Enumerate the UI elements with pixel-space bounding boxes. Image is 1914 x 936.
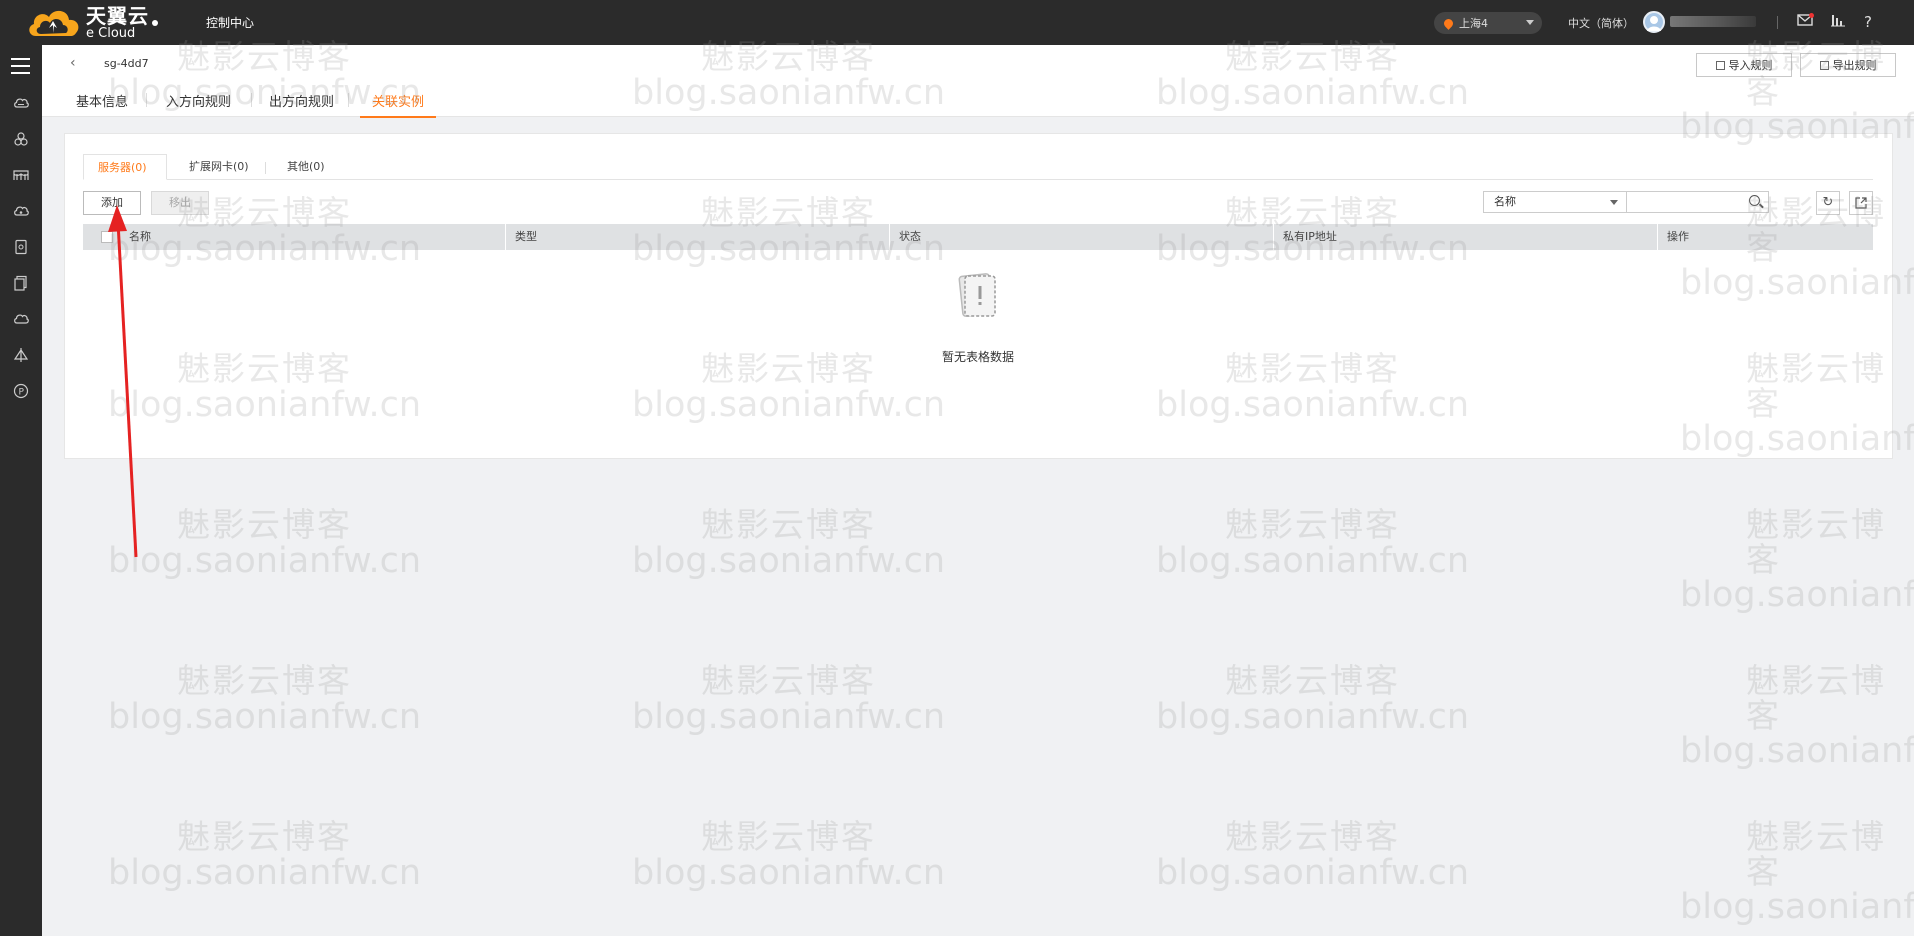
menu-icon[interactable] [11,58,30,79]
instances-table: 名称 类型 状态 私有IP地址 操作 暂无表格数据 [83,224,1873,364]
subtab-servers[interactable]: 服务器(0) [83,154,167,180]
refresh-button[interactable]: ↻ [1816,191,1840,215]
notification-badge [1809,13,1814,18]
chart-icon[interactable] [1828,12,1848,32]
import-rules-label: 导入规则 [1728,59,1773,72]
column-header-actions: 操作 [1667,230,1689,243]
refresh-icon: ↻ [1822,195,1834,210]
region-selector[interactable]: 上海4 [1434,12,1542,34]
search-box [1627,191,1769,213]
chevron-left-icon[interactable]: ‹ [70,55,76,71]
divider [1777,16,1778,29]
coupon-icon[interactable]: P [10,383,32,405]
subtab-extended-nic[interactable]: 扩展网卡(0) [175,154,263,180]
subtab-others[interactable]: 其他(0) [273,154,339,180]
watermark: 魅影云博客blog.saonianfw.cn [1680,820,1914,927]
cloud-logo-icon [26,6,82,40]
empty-state-text: 暂无表格数据 [941,350,1014,364]
filter-selected-value: 名称 [1494,195,1516,208]
sidebar: P [0,45,42,936]
import-icon [1715,60,1725,70]
svg-text:P: P [19,388,25,398]
brand-logo[interactable]: 天翼云 e Cloud [26,6,149,40]
mail-icon[interactable] [1795,12,1815,32]
divider [1273,224,1274,250]
divider [251,93,252,107]
bridge-icon[interactable] [10,167,32,189]
watermark: 魅影云博客blog.saonianfw.cn [1156,661,1470,737]
divider [889,224,890,250]
divider [505,224,506,250]
brand-name: 天翼云 [86,4,149,28]
page-title: sg-4dd7 [104,57,149,70]
filter-select[interactable]: 名称 [1483,191,1627,213]
import-rules-button[interactable]: 导入规则 [1696,53,1792,77]
column-header-private-ip[interactable]: 私有IP地址 [1275,224,1337,250]
table-header: 名称 类型 状态 私有IP地址 操作 [83,224,1873,250]
logo-dot [152,20,158,26]
no-data-icon [955,272,1001,320]
divider [265,162,266,174]
add-button[interactable]: 添加 [83,191,141,215]
cloud-icon[interactable] [10,311,32,333]
watermark: 魅影云博客blog.saonianfw.cn [108,505,422,581]
export-rules-label: 导出规则 [1832,59,1877,72]
help-icon[interactable]: ? [1858,12,1878,32]
copy-icon[interactable] [10,275,32,297]
search-input[interactable] [1633,192,1745,212]
watermark: 魅影云博客blog.saonianfw.cn [108,817,422,893]
tab-outbound-rules[interactable]: 出方向规则 [257,89,346,118]
avatar[interactable] [1643,11,1665,33]
watermark: 魅影云博客blog.saonianfw.cn [1156,505,1470,581]
watermark: 魅影云博客blog.saonianfw.cn [108,661,422,737]
watermark: 魅影云博客blog.saonianfw.cn [1680,508,1914,615]
network-icon[interactable] [10,347,32,369]
tab-associated-instances[interactable]: 关联实例 [360,89,437,118]
export-rules-button[interactable]: 导出规则 [1800,53,1896,77]
remove-button[interactable]: 移出 [151,191,209,215]
column-header-status[interactable]: 状态 [891,224,921,250]
document-icon[interactable] [10,239,32,261]
top-navigation-bar: 天翼云 e Cloud 控制中心 上海4 中文（简体） ? [0,0,1914,45]
page-header: ‹ sg-4dd7 导入规则 导出规则 基本信息 入方向规则 出方向规则 关联实… [42,45,1914,118]
empty-state: 暂无表格数据 [83,272,1873,365]
location-pin-icon [1442,16,1455,30]
select-all-checkbox[interactable] [101,231,113,243]
watermark: 魅影云博客blog.saonianfw.cn [632,817,946,893]
divider [348,93,349,107]
watermark: 魅影云博客blog.saonianfw.cn [1680,664,1914,771]
instance-type-tabs: 服务器(0) 扩展网卡(0) 其他(0) [83,154,1873,180]
cloud-server-icon[interactable] [10,95,32,117]
console-link[interactable]: 控制中心 [206,14,254,31]
chevron-down-icon [1526,20,1534,25]
watermark: 魅影云博客blog.saonianfw.cn [1156,817,1470,893]
search-icon[interactable] [1749,195,1760,206]
column-header-type[interactable]: 类型 [507,224,537,250]
divider [1657,224,1658,250]
column-header-name[interactable]: 名称 [121,224,151,250]
tab-bar: 基本信息 入方向规则 出方向规则 关联实例 [64,89,450,118]
export-button[interactable] [1849,191,1873,215]
instances-panel: 服务器(0) 扩展网卡(0) 其他(0) 添加 移出 名称 ↻ 名称 类型 状态… [64,133,1893,459]
cluster-icon[interactable] [10,131,32,153]
brand-name-en: e Cloud [86,26,136,41]
tab-inbound-rules[interactable]: 入方向规则 [154,89,243,118]
cloud-disk-icon[interactable] [10,203,32,225]
watermark: 魅影云博客blog.saonianfw.cn [632,661,946,737]
export-icon [1855,197,1867,209]
chevron-down-icon [1610,200,1618,205]
divider [146,93,147,107]
watermark: 魅影云博客blog.saonianfw.cn [632,505,946,581]
export-icon [1819,60,1829,70]
language-selector[interactable]: 中文（简体） [1568,15,1634,31]
region-label: 上海4 [1459,17,1488,30]
tab-basic-info[interactable]: 基本信息 [64,89,140,118]
username-redacted[interactable] [1670,16,1756,27]
